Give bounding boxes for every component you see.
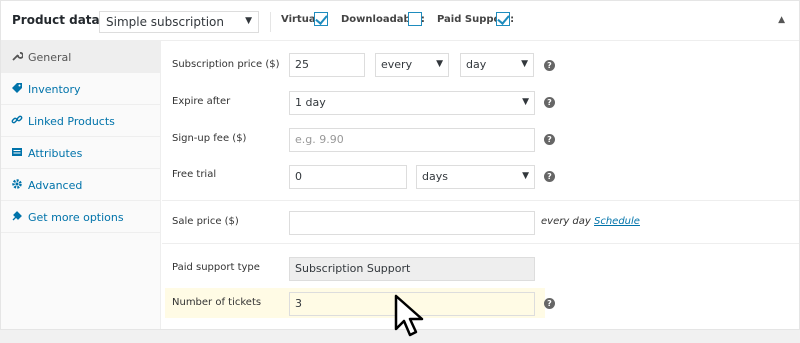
product-type-select[interactable]: Simple subscription ▼ (99, 11, 259, 33)
expire-after-label: Expire after (172, 96, 231, 107)
tab-general-label: General (28, 51, 72, 64)
virtual-checkbox[interactable] (314, 12, 328, 26)
billing-period-value: day (466, 58, 487, 71)
tab-attributes[interactable]: Attributes (1, 137, 161, 169)
chevron-down-icon: ▼ (245, 16, 252, 26)
billing-interval-select[interactable]: every ▼ (375, 53, 449, 77)
paid-support-checkbox[interactable] (496, 12, 510, 26)
help-icon[interactable]: ? (544, 134, 555, 145)
downloadable-checkbox[interactable] (408, 12, 422, 26)
chevron-down-icon: ▼ (521, 59, 528, 69)
link-icon (11, 114, 23, 126)
tab-linked-products-label: Linked Products (28, 115, 115, 128)
product-data-header: Product data — Simple subscription ▼ Vir… (1, 1, 799, 41)
tag-icon (11, 82, 23, 94)
wrench-icon (11, 50, 24, 62)
plugin-icon (11, 210, 23, 222)
paid-support-type-label: Paid support type (172, 262, 260, 273)
signup-fee-label: Sign-up fee ($) (172, 133, 247, 144)
number-of-tickets-label: Number of tickets (172, 297, 262, 308)
section-divider (162, 243, 799, 244)
expire-after-value: 1 day (295, 96, 326, 109)
product-data-tabs: General Inventory Linked Products Attrib… (1, 41, 161, 329)
tab-attributes-label: Attributes (28, 147, 83, 160)
tab-linked-products[interactable]: Linked Products (1, 105, 161, 137)
mouse-pointer-icon (393, 293, 427, 343)
list-icon (11, 146, 23, 158)
schedule-link[interactable]: Schedule (594, 216, 640, 227)
section-divider (162, 200, 799, 201)
expire-after-select[interactable]: 1 day ▼ (289, 91, 535, 115)
tab-get-more-options-label: Get more options (28, 211, 124, 224)
tab-advanced[interactable]: Advanced (1, 169, 161, 201)
tab-inventory-label: Inventory (28, 83, 81, 96)
help-icon[interactable]: ? (544, 60, 555, 71)
product-data-panel: Product data — Simple subscription ▼ Vir… (0, 0, 800, 330)
chevron-down-icon: ▼ (522, 171, 529, 181)
collapse-toggle-icon[interactable]: ▲ (778, 15, 785, 25)
sale-price-label: Sale price ($) (172, 216, 239, 227)
help-icon[interactable]: ? (544, 171, 555, 182)
tab-general[interactable]: General (1, 41, 161, 73)
free-trial-period-select[interactable]: days ▼ (416, 165, 535, 189)
header-divider (270, 12, 271, 32)
billing-period-select[interactable]: day ▼ (460, 53, 534, 77)
sale-period-suffix: every day (541, 216, 591, 227)
help-icon[interactable]: ? (544, 298, 555, 309)
signup-fee-input[interactable]: e.g. 9.90 (289, 128, 535, 152)
free-trial-label: Free trial (172, 169, 217, 180)
product-type-value: Simple subscription (106, 15, 224, 29)
chevron-down-icon: ▼ (522, 97, 529, 107)
chevron-down-icon: ▼ (436, 59, 443, 69)
subscription-price-input[interactable]: 25 (289, 53, 365, 77)
help-icon[interactable]: ? (544, 97, 555, 108)
billing-interval-value: every (381, 58, 413, 71)
subscription-price-label: Subscription price ($) (172, 59, 280, 70)
free-trial-length-input[interactable]: 0 (289, 165, 407, 189)
gear-icon (11, 178, 23, 190)
tab-advanced-label: Advanced (28, 179, 83, 192)
free-trial-period-value: days (422, 170, 448, 183)
tab-get-more-options[interactable]: Get more options (1, 201, 161, 233)
sale-price-input[interactable] (289, 211, 535, 235)
tab-inventory[interactable]: Inventory (1, 73, 161, 105)
paid-support-type-field: Subscription Support (289, 257, 535, 281)
